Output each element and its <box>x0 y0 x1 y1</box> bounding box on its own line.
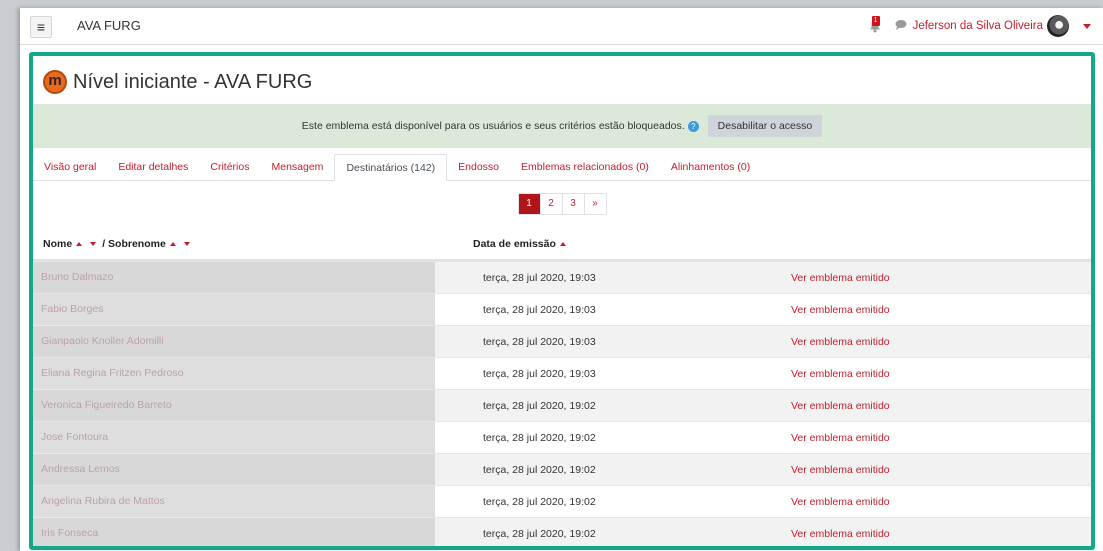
page-next[interactable]: » <box>583 194 606 214</box>
sort-asc-icon[interactable] <box>559 241 566 246</box>
sort-asc-icon[interactable] <box>169 241 176 246</box>
issue-date: terça, 28 jul 2020, 19:02 <box>483 431 596 444</box>
help-icon[interactable]: ? <box>687 120 699 132</box>
sort-by-sobrenome[interactable]: / Sobrenome <box>102 238 166 250</box>
table-row: Jose Fontoura terça, 28 jul 2020, 19:02 Ve… <box>33 421 1091 453</box>
view-issued-badge-link[interactable]: Ver emblema emitido <box>749 272 890 284</box>
issue-date: terça, 28 jul 2020, 19:02 <box>483 495 596 508</box>
site-name[interactable]: AVA FURG <box>77 8 141 44</box>
view-issued-badge-link[interactable]: Ver emblema emitido <box>749 432 890 444</box>
recipient-name[interactable]: Veronica Figueiredo Barreto <box>33 390 435 421</box>
view-issued-badge-link[interactable]: Ver emblema emitido <box>749 336 890 348</box>
moodle-badge-icon <box>43 70 67 94</box>
issue-date: terça, 28 jul 2020, 19:02 <box>483 527 596 540</box>
view-issued-badge-link[interactable]: Ver emblema emitido <box>749 304 890 316</box>
view-issued-badge-link[interactable]: Ver emblema emitido <box>749 464 890 476</box>
sort-by-date[interactable]: Data de emissão <box>473 238 556 250</box>
issue-date: terça, 28 jul 2020, 19:03 <box>483 271 596 284</box>
table-row: Gianpaolo Knoller Adomilli terça, 28 jul … <box>33 325 1091 357</box>
avatar[interactable] <box>1047 15 1069 37</box>
view-issued-badge-link[interactable]: Ver emblema emitido <box>749 400 890 412</box>
recipient-name[interactable]: Jose Fontoura <box>33 422 435 453</box>
view-issued-badge-link[interactable]: Ver emblema emitido <box>749 528 890 540</box>
status-alert: Este emblema está disponível para os usu… <box>33 104 1091 148</box>
sort-desc-icon[interactable] <box>183 241 190 246</box>
main-content: Nível iniciante - AVA FURG Este emblema … <box>29 52 1095 550</box>
table-row: Bruno Dalmazo terça, 28 jul 2020, 19:03 Ve… <box>33 261 1091 293</box>
sort-asc-icon[interactable] <box>76 241 83 246</box>
user-name[interactable]: Jeferson da Silva Oliveira <box>913 20 1043 32</box>
tab-alignments[interactable]: Alinhamentos (0) <box>660 154 761 180</box>
sort-desc-icon[interactable] <box>90 241 97 246</box>
hamburger-icon[interactable]: ≡ <box>30 16 52 38</box>
recipient-name[interactable]: Bruno Dalmazo <box>33 262 435 293</box>
recipient-name[interactable]: Iris Fonseca <box>33 518 435 546</box>
tab-edit-details[interactable]: Editar detalhes <box>107 154 199 180</box>
tab-recipients[interactable]: Destinatários (142) <box>334 154 448 181</box>
table-row: Iris Fonseca terça, 28 jul 2020, 19:02 Ver… <box>33 517 1091 546</box>
issue-date: terça, 28 jul 2020, 19:03 <box>483 367 596 380</box>
tab-criteria[interactable]: Critérios <box>199 154 260 180</box>
header-date: Data de emissão <box>473 238 570 250</box>
page-link-3[interactable]: 3 <box>561 194 584 214</box>
badge-tabs: Visão geral Editar detalhes Critérios Me… <box>33 154 1091 181</box>
recipient-name[interactable]: Andressa Lemos <box>33 454 435 485</box>
issue-date: terça, 28 jul 2020, 19:02 <box>483 463 596 476</box>
issue-date: terça, 28 jul 2020, 19:02 <box>483 399 596 412</box>
view-issued-badge-link[interactable]: Ver emblema emitido <box>749 368 890 380</box>
table-row: Andressa Lemos terça, 28 jul 2020, 19:02 V… <box>33 453 1091 485</box>
table-header: Nome / Sobrenome Data de emissão <box>33 228 1091 261</box>
recipient-name[interactable]: Angelina Rubira de Mattos <box>33 486 435 517</box>
disable-access-button[interactable]: Desabilitar o acesso <box>707 115 823 137</box>
tab-related-badges[interactable]: Emblemas relacionados (0) <box>510 154 660 180</box>
navbar-user-area: 1 Jeferson da Silva Oliveira <box>869 8 1091 44</box>
page-link-1[interactable]: 1 <box>518 194 540 214</box>
chevron-down-icon[interactable] <box>1083 23 1091 29</box>
table-row: Eliana Regina Fritzen Pedroso terça, 28 j… <box>33 357 1091 389</box>
page-title: Nível iniciante - AVA FURG <box>73 70 313 93</box>
recipient-name[interactable]: Gianpaolo Knoller Adomilli <box>33 326 435 357</box>
table-body: Bruno Dalmazo terça, 28 jul 2020, 19:03 Ve… <box>33 261 1091 546</box>
bell-icon[interactable]: 1 <box>869 16 881 33</box>
table-row: Fabio Borges terça, 28 jul 2020, 19:03 Ver… <box>33 293 1091 325</box>
view-issued-badge-link[interactable]: Ver emblema emitido <box>749 496 890 508</box>
top-navbar: ≡ AVA FURG 1 Jeferson da Silva Oliveira <box>20 8 1103 45</box>
chat-bubble-icon[interactable] <box>895 17 907 35</box>
sort-by-nome[interactable]: Nome <box>43 238 72 250</box>
tab-message[interactable]: Mensagem <box>260 154 334 180</box>
recipient-name[interactable]: Fabio Borges <box>33 294 435 325</box>
issue-date: terça, 28 jul 2020, 19:03 <box>483 303 596 316</box>
tab-endorsement[interactable]: Endosso <box>447 154 510 180</box>
recipients-table: Nome / Sobrenome Data de emissão Bruno D… <box>33 228 1091 546</box>
table-row: Veronica Figueiredo Barreto terça, 28 jul… <box>33 389 1091 421</box>
page-header: Nível iniciante - AVA FURG <box>43 66 312 98</box>
header-name: Nome / Sobrenome <box>33 238 473 250</box>
recipient-name[interactable]: Eliana Regina Fritzen Pedroso <box>33 358 435 389</box>
tab-overview[interactable]: Visão geral <box>33 154 107 180</box>
page-link-2[interactable]: 2 <box>539 194 562 214</box>
issue-date: terça, 28 jul 2020, 19:03 <box>483 335 596 348</box>
table-row: Angelina Rubira de Mattos terça, 28 jul 2… <box>33 485 1091 517</box>
pagination: 1 2 3 » <box>33 193 1091 215</box>
browser-window: ≡ AVA FURG 1 Jeferson da Silva Oliveira … <box>20 8 1103 551</box>
notification-count-badge: 1 <box>871 16 880 26</box>
alert-message: Este emblema está disponível para os usu… <box>301 120 685 132</box>
